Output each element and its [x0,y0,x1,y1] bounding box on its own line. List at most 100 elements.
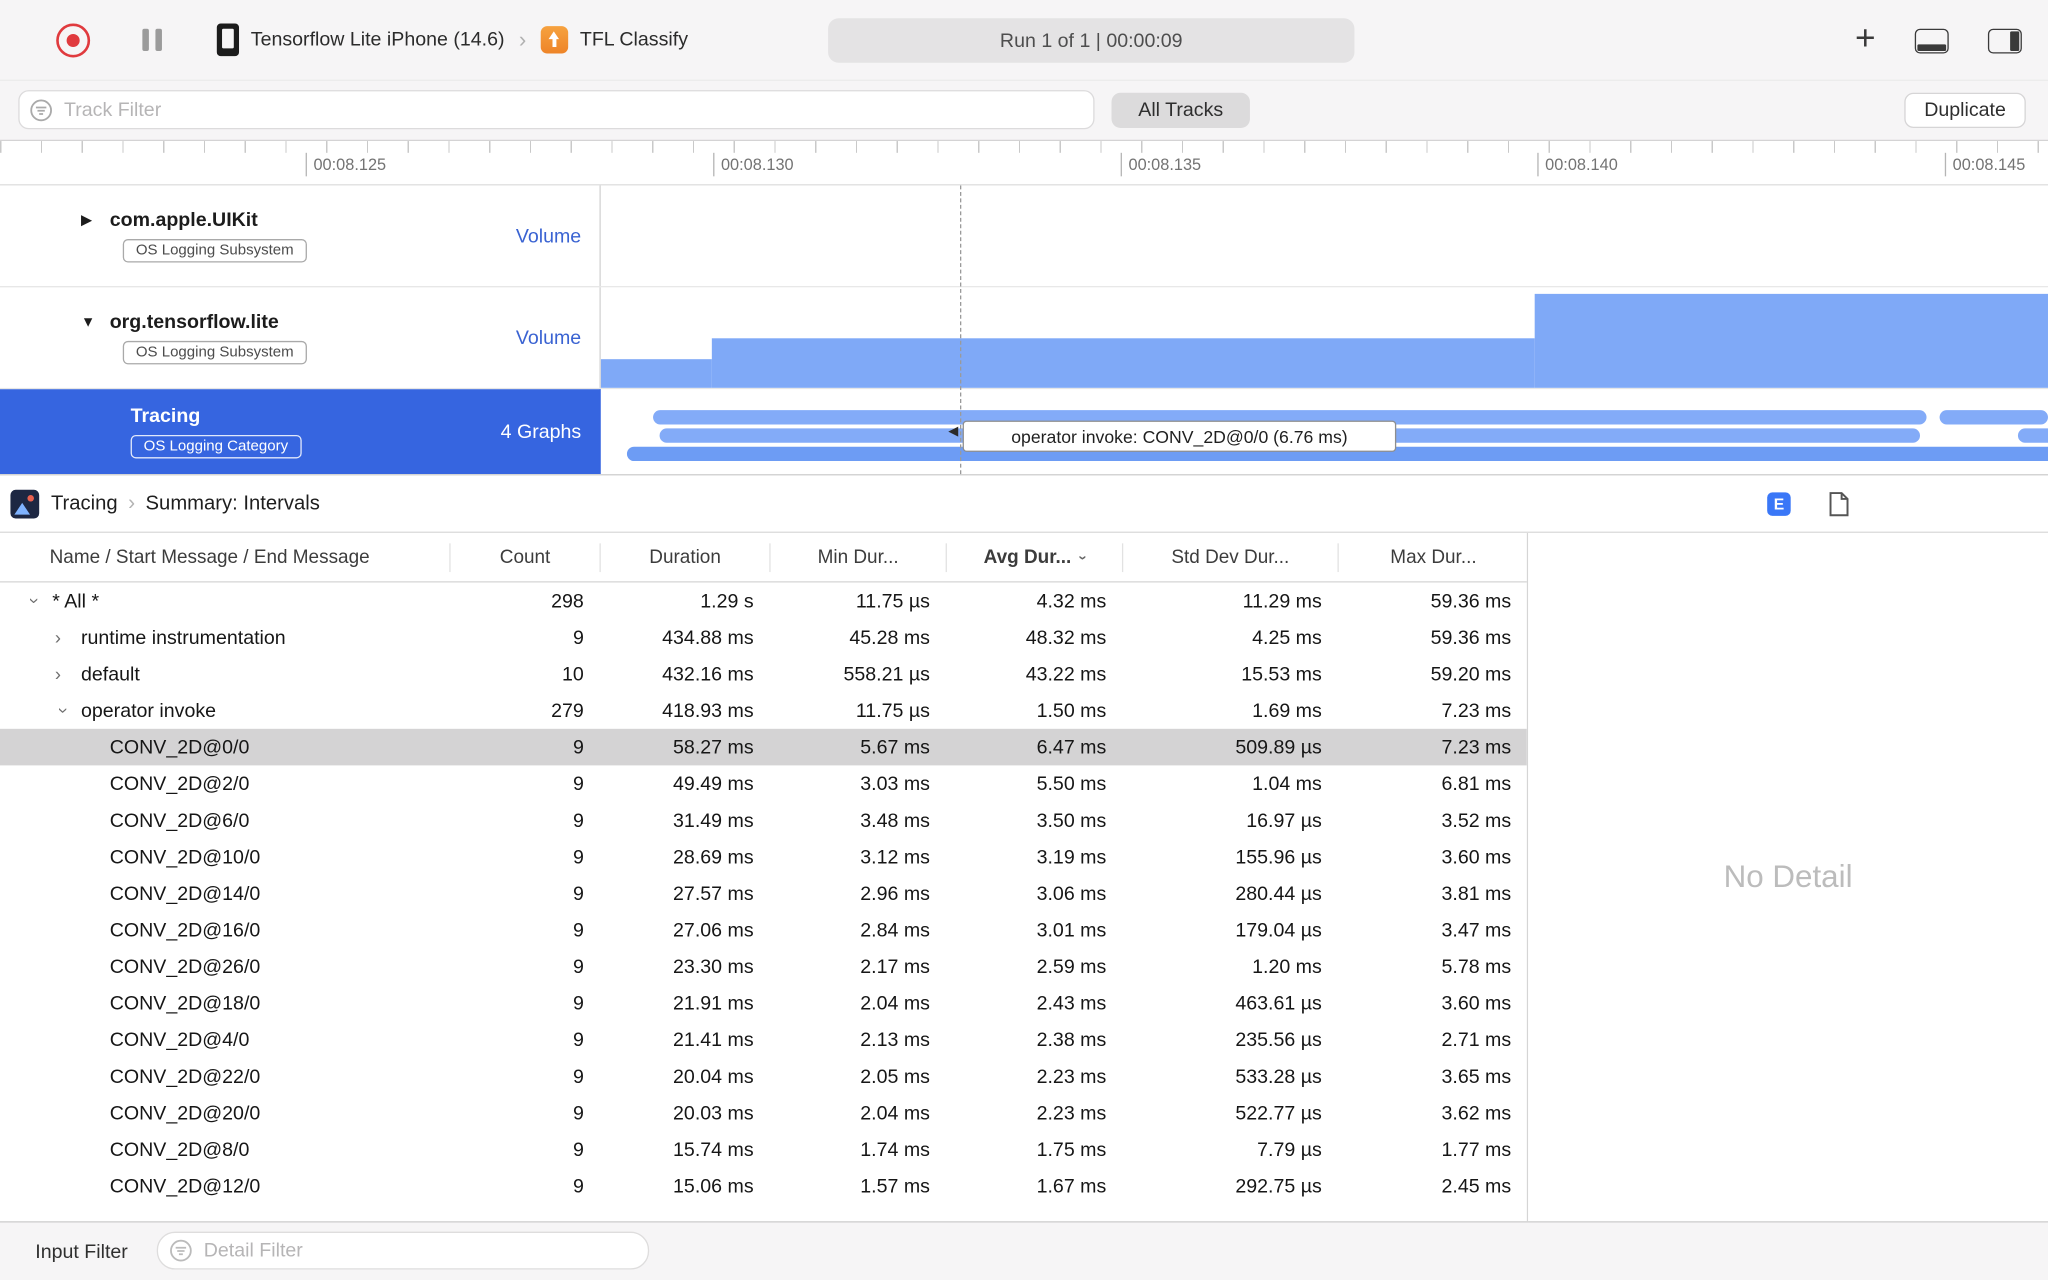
row-stddev: 1.69 ms [1252,699,1322,722]
track-row-selected[interactable]: Tracing OS Logging Category 4 Graphs ◀ o… [0,389,2048,475]
volume-graph[interactable] [600,287,2048,388]
duplicate-button[interactable]: Duplicate [1904,92,2026,128]
row-name: operator invoke [80,699,217,722]
playhead-line[interactable] [959,185,962,475]
column-header-max[interactable]: Max Dur... [1339,543,1528,572]
row-avg: 3.06 ms [1036,882,1107,905]
row-count: 10 [562,662,584,686]
row-duration: 418.93 ms [662,699,754,722]
row-name: CONV_2D@2/0 [109,772,250,795]
table-row[interactable]: CONV_2D@14/0 9 27.57 ms 2.96 ms 3.06 ms … [0,875,1527,912]
row-stddev: 16.97 µs [1246,809,1322,832]
table-row[interactable]: CONV_2D@6/0 9 31.49 ms 3.48 ms 3.50 ms 1… [0,802,1527,839]
table-row[interactable]: › * All * 298 1.29 s 11.75 µs 4.32 ms 11… [0,583,1527,620]
table-row[interactable]: CONV_2D@2/0 9 49.49 ms 3.03 ms 5.50 ms 1… [0,765,1527,802]
row-min: 45.28 ms [849,626,930,649]
interval-bar[interactable] [1939,410,2048,425]
row-min: 2.17 ms [860,955,930,978]
record-icon [66,33,80,47]
row-disclosure-icon[interactable]: › [25,592,46,610]
row-duration: 28.69 ms [673,845,754,868]
table-row[interactable]: CONV_2D@18/0 9 21.91 ms 2.04 ms 2.43 ms … [0,985,1527,1022]
row-name: CONV_2D@26/0 [109,955,261,978]
ruler-time-label: 00:08.125 [305,152,386,177]
table-row[interactable]: › operator invoke 279 418.93 ms 11.75 µs… [0,692,1527,729]
column-header-min[interactable]: Min Dur... [771,542,947,572]
row-disclosure-icon[interactable]: › [55,664,81,685]
track-label[interactable]: Tracing OS Logging Category 4 Graphs [0,389,601,475]
pause-button[interactable] [142,28,162,51]
column-header-avg[interactable]: Avg Dur... › [947,542,1124,572]
table-row[interactable]: CONV_2D@16/0 9 27.06 ms 2.84 ms 3.01 ms … [0,912,1527,949]
track-row[interactable]: ▼ org.tensorflow.lite OS Logging Subsyst… [0,287,2048,390]
row-count: 9 [572,845,584,868]
row-min: 2.04 ms [860,991,930,1015]
row-disclosure-icon[interactable]: › [55,627,81,648]
target-selector[interactable]: Tensorflow Lite iPhone (14.6) › TFL Clas… [216,23,688,57]
toggle-right-pane-button[interactable] [1987,28,2022,53]
column-header-duration[interactable]: Duration [601,542,771,572]
document-icon[interactable] [1829,490,1850,516]
breadcrumb-summary[interactable]: Summary: Intervals [146,492,320,516]
row-count: 9 [572,735,584,759]
table-row[interactable]: CONV_2D@8/0 9 15.74 ms 1.74 ms 1.75 ms 7… [0,1131,1527,1168]
row-max: 2.45 ms [1441,1174,1512,1198]
table-row[interactable]: › default 10 432.16 ms 558.21 µs 43.22 m… [0,656,1527,693]
row-name: runtime instrumentation [80,626,286,649]
table-row[interactable]: CONV_2D@0/0 9 58.27 ms 5.67 ms 6.47 ms 5… [0,728,1527,766]
toggle-bottom-pane-button[interactable] [1914,28,1949,53]
row-min: 5.67 ms [860,735,930,759]
tracing-instrument-icon [10,489,40,518]
row-max: 59.20 ms [1430,662,1512,686]
intervals-graph[interactable]: ◀ operator invoke: CONV_2D@0/0 (6.76 ms) [600,389,2048,475]
row-stddev: 179.04 µs [1235,918,1322,942]
table-row[interactable]: CONV_2D@4/0 9 21.41 ms 2.13 ms 2.38 ms 2… [0,1021,1527,1058]
track-label[interactable]: ▶ com.apple.UIKit OS Logging Subsystem V… [0,185,601,287]
target-name[interactable]: TFL Classify [580,29,688,51]
disclosure-expanded-icon[interactable]: ▼ [81,314,99,330]
track-label[interactable]: ▼ org.tensorflow.lite OS Logging Subsyst… [0,287,601,388]
table-row[interactable]: CONV_2D@20/0 9 20.03 ms 2.04 ms 2.23 ms … [0,1095,1527,1132]
device-name[interactable]: Tensorflow Lite iPhone (14.6) [251,29,505,51]
table-row[interactable]: CONV_2D@22/0 9 20.04 ms 2.05 ms 2.23 ms … [0,1058,1527,1095]
record-button[interactable] [56,22,91,57]
row-min: 2.96 ms [860,882,930,905]
row-max: 3.60 ms [1441,991,1512,1015]
all-tracks-button[interactable]: All Tracks [1111,92,1250,128]
table-row[interactable]: › runtime instrumentation 9 434.88 ms 45… [0,619,1527,656]
breadcrumb-tracing[interactable]: Tracing [51,492,118,516]
detail-filter-field[interactable] [156,1231,650,1270]
table-row[interactable]: CONV_2D@12/0 9 15.06 ms 1.57 ms 1.67 ms … [0,1168,1527,1205]
row-max: 3.47 ms [1441,918,1512,942]
track-graph[interactable] [600,185,2048,287]
row-min: 1.57 ms [860,1174,930,1198]
table-row[interactable]: CONV_2D@26/0 9 23.30 ms 2.17 ms 2.59 ms … [0,948,1527,985]
row-count: 9 [572,772,584,795]
row-min: 3.12 ms [860,845,930,868]
row-count: 9 [572,626,584,649]
timeline-ruler[interactable]: 00:08.125 00:08.130 00:08.135 00:08.140 00:0… [0,141,2048,186]
row-stddev: 463.61 µs [1235,991,1322,1015]
track-name: Tracing [130,404,201,428]
interval-bar[interactable] [2017,428,2048,443]
row-name: * All * [52,589,100,612]
table-row[interactable]: CONV_2D@10/0 9 28.69 ms 3.12 ms 3.19 ms … [0,839,1527,876]
interval-tooltip: operator invoke: CONV_2D@0/0 (6.76 ms) [962,420,1397,452]
column-header-count[interactable]: Count [451,542,601,572]
row-count: 9 [572,882,584,905]
column-header-stddev[interactable]: Std Dev Dur... [1123,542,1339,572]
detail-filter-input[interactable] [201,1238,648,1264]
track-filter-input[interactable] [61,97,1094,123]
disclosure-collapsed-icon[interactable]: ▶ [81,212,99,229]
row-name: CONV_2D@18/0 [109,991,261,1015]
expanded-detail-button[interactable]: E [1767,491,1791,516]
row-disclosure-icon[interactable]: › [54,701,75,719]
row-duration: 21.41 ms [673,1028,754,1051]
row-avg: 3.01 ms [1036,918,1107,942]
add-instrument-button[interactable]: + [1855,20,1876,56]
track-filter-field[interactable] [18,90,1095,130]
track-row[interactable]: ▶ com.apple.UIKit OS Logging Subsystem V… [0,185,2048,288]
row-count: 279 [551,699,584,722]
column-header-name[interactable]: Name / Start Message / End Message [0,542,451,572]
row-name: CONV_2D@6/0 [109,809,250,832]
